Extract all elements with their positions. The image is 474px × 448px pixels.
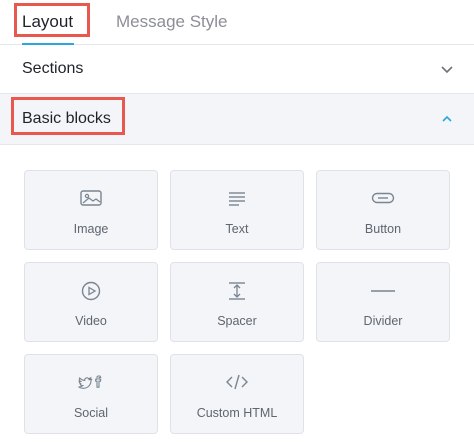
block-text[interactable]: Text: [170, 170, 304, 250]
basic-blocks-title: Basic blocks: [22, 110, 111, 127]
tab-layout-label: Layout: [22, 12, 74, 31]
block-spacer[interactable]: Spacer: [170, 262, 304, 342]
tab-bar: Layout Message Style: [0, 0, 474, 45]
image-icon: [80, 190, 102, 206]
block-label: Custom HTML: [196, 406, 278, 420]
block-button[interactable]: Button: [316, 170, 450, 250]
block-image[interactable]: Image: [24, 170, 158, 250]
block-label: Divider: [363, 314, 403, 328]
block-video[interactable]: Video: [24, 262, 158, 342]
block-custom-html[interactable]: Custom HTML: [170, 354, 304, 434]
code-icon: [226, 374, 248, 390]
text-icon: [229, 192, 245, 206]
chevron-up-icon: [442, 115, 452, 122]
chevron-down-icon: [441, 66, 453, 74]
button-icon: [371, 192, 395, 204]
block-label: Text: [225, 222, 249, 236]
block-label: Social: [73, 406, 109, 420]
social-icon: [78, 375, 102, 389]
block-label: Button: [364, 222, 402, 236]
block-label: Spacer: [217, 314, 257, 328]
sections-panel-header[interactable]: Sections: [0, 45, 474, 94]
video-icon: [81, 281, 101, 301]
tab-layout[interactable]: Layout: [14, 0, 90, 45]
block-social[interactable]: Social: [24, 354, 158, 434]
sections-title: Sections: [22, 60, 84, 77]
block-divider[interactable]: Divider: [316, 262, 450, 342]
divider-icon: [371, 290, 395, 292]
block-label: Image: [73, 222, 109, 236]
basic-blocks-panel-header[interactable]: Basic blocks: [0, 94, 474, 145]
block-label: Video: [75, 314, 107, 328]
spacer-icon: [229, 282, 245, 300]
tab-message-style[interactable]: Message Style: [116, 0, 228, 44]
